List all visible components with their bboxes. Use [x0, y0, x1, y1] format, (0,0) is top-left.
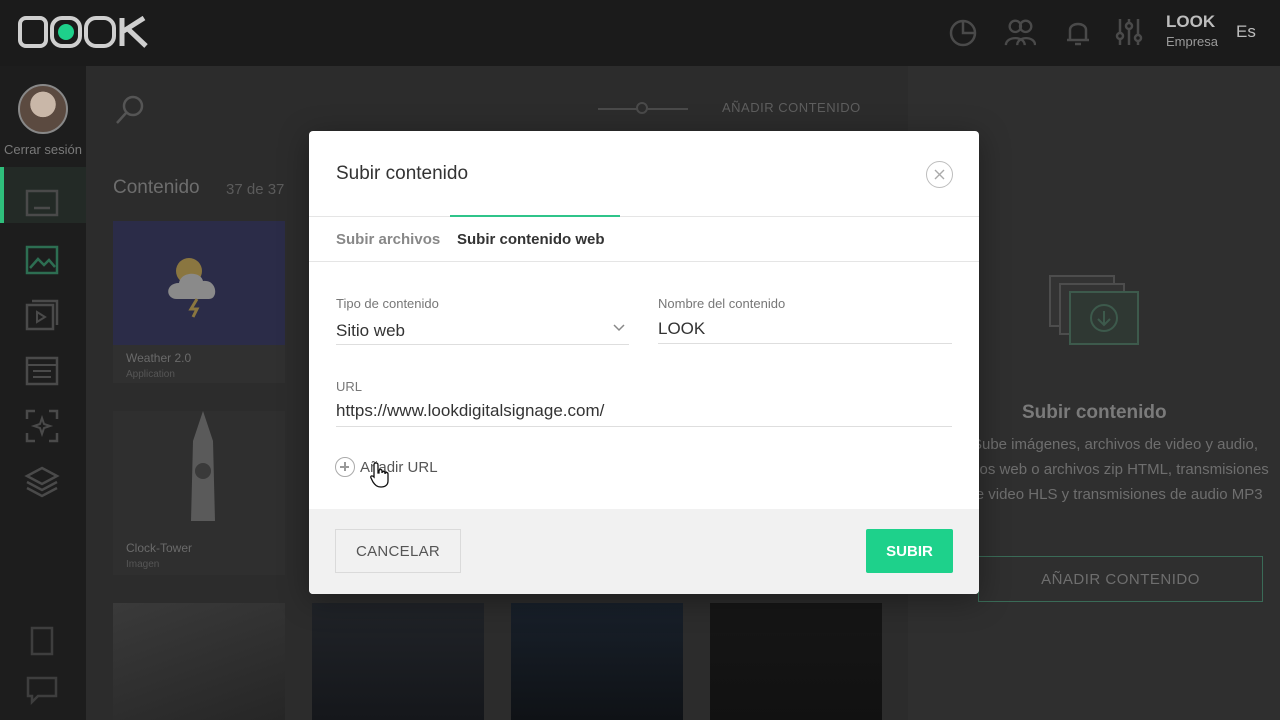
content-count: 37 de 37 [226, 181, 285, 198]
settings-sliders-icon[interactable] [1113, 16, 1145, 48]
upload-panel-title: Subir contenido [1022, 402, 1167, 423]
url-value: https://www.lookdigitalsignage.com/ [336, 401, 605, 420]
analytics-icon[interactable] [948, 16, 980, 48]
organization-name: LOOK [1166, 12, 1216, 31]
upload-panel-description: Sube imágenes, archivos de video y audio… [961, 436, 1269, 503]
chevron-down-icon[interactable] [613, 324, 625, 332]
select-underline [336, 344, 629, 345]
card-thumbnail [710, 603, 882, 720]
book-icon[interactable] [24, 624, 60, 660]
close-button[interactable] [926, 161, 953, 188]
calendar-icon[interactable] [24, 352, 60, 388]
tab-upload-web-content[interactable]: Subir contenido web [457, 231, 605, 248]
add-content-button[interactable]: AÑADIR CONTENIDO [978, 556, 1263, 602]
card-thumbnail [511, 603, 683, 720]
upload-files-icon [1049, 275, 1139, 345]
avatar[interactable] [18, 84, 68, 134]
input-underline [658, 343, 952, 344]
content-title: Contenido [113, 177, 200, 198]
playlists-icon[interactable] [24, 298, 60, 334]
scan-icon[interactable] [24, 408, 60, 444]
input-underline [336, 426, 952, 427]
url-label: URL [336, 379, 363, 394]
content-card[interactable]: Clock-Tower Imagen [113, 411, 285, 575]
logout-link[interactable]: Cerrar sesión [0, 142, 86, 157]
dialog-title: Subir contenido [336, 163, 469, 184]
card-thumbnail [113, 221, 285, 345]
divider [309, 261, 979, 262]
content-card[interactable] [113, 603, 285, 720]
bell-icon[interactable] [1062, 16, 1094, 48]
plus-circle-icon [335, 457, 355, 477]
card-thumbnail [113, 603, 285, 720]
content-card[interactable]: Weather 2.0 Application [113, 221, 285, 383]
url-input[interactable]: https://www.lookdigitalsignage.com/ [336, 397, 952, 425]
cancel-button[interactable]: CANCELAR [335, 529, 461, 573]
organization-type: Empresa [1166, 34, 1219, 49]
content-name-value: LOOK [658, 319, 706, 338]
close-icon [934, 169, 945, 180]
content-card[interactable] [511, 603, 683, 720]
users-icon[interactable] [1004, 16, 1036, 48]
card-subtitle: Imagen [126, 559, 160, 570]
card-thumbnail [113, 411, 285, 535]
upload-content-dialog: Subir contenido Subir archivos Subir con… [309, 131, 979, 594]
language-label: Es [1236, 22, 1256, 41]
card-title: Weather 2.0 [126, 351, 192, 365]
zoom-slider-handle[interactable] [636, 102, 648, 114]
layers-icon[interactable] [24, 464, 60, 500]
card-thumbnail [312, 603, 484, 720]
search-icon[interactable] [114, 94, 146, 126]
submit-button[interactable]: SUBIR [866, 529, 953, 573]
card-subtitle: Application [126, 369, 175, 380]
content-type-label: Tipo de contenido [336, 296, 439, 311]
content-name-input[interactable]: LOOK [658, 315, 952, 343]
card-title: Clock-Tower [126, 541, 193, 555]
media-icon[interactable] [24, 242, 60, 278]
add-content-link[interactable]: AÑADIR CONTENIDO [722, 100, 861, 115]
weather-icon [168, 258, 216, 318]
sidebar: Cerrar sesión [0, 66, 86, 720]
tab-upload-files[interactable]: Subir archivos [336, 231, 440, 248]
content-type-value: Sitio web [336, 321, 405, 340]
content-name-label: Nombre del contenido [658, 296, 786, 311]
active-tab-indicator [450, 215, 620, 217]
hand-cursor-icon [370, 462, 389, 488]
divider [309, 216, 979, 217]
content-card[interactable] [710, 603, 882, 720]
look-logo[interactable] [18, 16, 153, 48]
content-type-select[interactable]: Sitio web [336, 317, 629, 345]
top-bar: LOOK Empresa Es [0, 0, 1280, 66]
content-card[interactable] [312, 603, 484, 720]
language-selector[interactable]: Es [1236, 22, 1256, 42]
screens-icon[interactable] [24, 186, 60, 222]
organization-switcher[interactable]: LOOK Empresa [1166, 12, 1218, 49]
clock-tower-image [191, 411, 215, 521]
chat-icon[interactable] [24, 672, 60, 708]
